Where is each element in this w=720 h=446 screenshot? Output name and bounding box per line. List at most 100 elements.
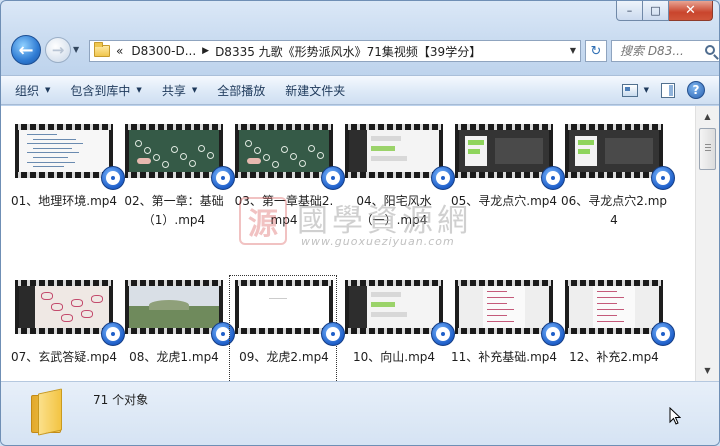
- search-input[interactable]: [620, 44, 706, 58]
- file-name: 02、第一章：基础（1）.mp4: [124, 194, 224, 227]
- film-strip-edge: [15, 328, 113, 334]
- file-item[interactable]: 03、第一章基础2.mp4: [229, 124, 345, 230]
- file-item[interactable]: 02、第一章：基础（1）.mp4: [119, 124, 235, 230]
- file-item[interactable]: 11、补充基础.mp4: [449, 280, 565, 367]
- video-frame: [349, 286, 439, 328]
- vertical-scrollbar[interactable]: ▲ ▼: [695, 106, 719, 381]
- file-name: 04、阳宅风水（一）.mp4: [356, 194, 432, 227]
- change-view-button[interactable]: ▼: [621, 83, 649, 97]
- film-strip-edge: [345, 124, 443, 130]
- folder-icon: [31, 388, 65, 436]
- video-thumbnail: [345, 124, 455, 190]
- navigation-bar: ← → ▼ « D8300-D... ▶ D8335 九歌《形势派风水》71集视…: [9, 31, 719, 69]
- toolbar-label: 新建文件夹: [285, 83, 346, 98]
- forward-arrow-icon: →: [51, 41, 65, 59]
- film-strip-edge: [125, 280, 223, 286]
- file-item[interactable]: 04、阳宅风水（一）.mp4: [339, 124, 455, 230]
- minimize-button[interactable]: –: [616, 1, 643, 21]
- film-strip-edge: [345, 328, 443, 334]
- file-item[interactable]: 12、补充2.mp4: [559, 280, 675, 367]
- details-pane: 71 个对象: [1, 381, 719, 445]
- mouse-cursor-icon: [669, 407, 681, 425]
- play-all-button[interactable]: 全部播放: [217, 82, 265, 99]
- organize-menu[interactable]: 组织 ▼: [15, 82, 50, 99]
- explorer-window: – □ ✕ ← → ▼ « D8300-D... ▶ D8335 九歌《形势派风…: [0, 0, 720, 446]
- address-bar[interactable]: « D8300-D... ▶ D8335 九歌《形势派风水》71集视频【39学分…: [89, 40, 581, 62]
- film-strip-edge: [345, 172, 443, 178]
- video-frame: [459, 286, 549, 328]
- minimize-icon: –: [626, 4, 633, 17]
- video-thumbnail: [15, 124, 125, 190]
- maximize-button[interactable]: □: [643, 1, 669, 21]
- film-strip-edge: [565, 172, 663, 178]
- search-icon[interactable]: [705, 45, 715, 55]
- refresh-button[interactable]: ↻: [585, 40, 607, 62]
- video-frame: [19, 130, 109, 172]
- video-thumbnail: [125, 124, 235, 190]
- command-toolbar: 组织 ▼ 包含到库中 ▼ 共享 ▼ 全部播放 新建文件夹 ▼ ?: [1, 75, 719, 105]
- video-frame: [19, 286, 109, 328]
- share-menu[interactable]: 共享 ▼: [162, 82, 197, 99]
- help-icon[interactable]: ?: [687, 81, 705, 99]
- media-player-icon: [651, 166, 675, 190]
- toolbar-label: 共享: [161, 83, 186, 98]
- new-folder-button[interactable]: 新建文件夹: [285, 82, 345, 99]
- file-list: 01、地理环境.mp4 02、第一章：基础（1）.mp4 03、第一章基础2.mp4…: [1, 106, 695, 381]
- search-box: [611, 40, 719, 62]
- breadcrumb-item[interactable]: D8300-D...: [131, 44, 196, 58]
- film-strip-edge: [125, 328, 223, 334]
- chevron-down-icon: ▼: [136, 86, 142, 94]
- video-thumbnail: [565, 124, 675, 190]
- recent-pages-dropdown[interactable]: ▼: [73, 45, 79, 54]
- preview-pane-icon[interactable]: [661, 82, 675, 98]
- media-player-icon: [651, 322, 675, 346]
- folder-icon: [94, 42, 110, 57]
- film-strip-edge: [15, 124, 113, 130]
- view-icon: [621, 83, 638, 97]
- film-strip-edge: [455, 172, 553, 178]
- file-item[interactable]: 01、地理环境.mp4: [9, 124, 125, 211]
- video-thumbnail: [455, 124, 565, 190]
- grip-icon: [705, 144, 711, 153]
- close-button[interactable]: ✕: [669, 1, 713, 21]
- close-icon: ✕: [685, 3, 696, 18]
- file-item[interactable]: 10、向山.mp4: [339, 280, 455, 367]
- item-count: 71 个对象: [93, 393, 149, 407]
- breadcrumb-overflow[interactable]: «: [116, 44, 123, 58]
- video-thumbnail: [455, 280, 565, 346]
- film-strip-edge: [455, 328, 553, 334]
- video-thumbnail: [235, 124, 345, 190]
- scrollbar-thumb[interactable]: [699, 128, 716, 170]
- back-button[interactable]: ←: [11, 35, 41, 65]
- address-dropdown-icon[interactable]: ▼: [570, 46, 576, 55]
- include-in-library-menu[interactable]: 包含到库中 ▼: [70, 82, 141, 99]
- film-strip-edge: [15, 280, 113, 286]
- breadcrumb-separator-icon[interactable]: ▶: [202, 46, 209, 56]
- video-frame: [459, 130, 549, 172]
- chevron-down-icon: ▼: [643, 86, 649, 94]
- toolbar-label: 全部播放: [217, 83, 266, 98]
- video-frame: [569, 130, 659, 172]
- scroll-up-icon[interactable]: ▲: [699, 108, 716, 125]
- film-strip-edge: [15, 172, 113, 178]
- back-arrow-icon: ←: [18, 39, 34, 61]
- video-thumbnail: [125, 280, 235, 346]
- file-item[interactable]: 07、玄武答疑.mp4: [9, 280, 125, 367]
- toolbar-label: 组织: [15, 83, 40, 98]
- scroll-down-icon[interactable]: ▼: [699, 362, 716, 379]
- film-strip-edge: [345, 280, 443, 286]
- film-strip-edge: [235, 124, 333, 130]
- file-item[interactable]: 08、龙虎1.mp4: [119, 280, 235, 367]
- film-strip-edge: [455, 280, 553, 286]
- refresh-icon: ↻: [590, 43, 602, 59]
- chevron-down-icon: ▼: [45, 86, 51, 94]
- file-item[interactable]: 06、寻龙点穴2.mp4: [559, 124, 675, 230]
- file-item[interactable]: 09、龙虎2.mp4: [229, 275, 345, 381]
- forward-button[interactable]: →: [45, 37, 71, 63]
- file-item[interactable]: 05、寻龙点穴.mp4: [449, 124, 565, 211]
- breadcrumb-item-current[interactable]: D8335 九歌《形势派风水》71集视频【39学分】: [215, 43, 481, 60]
- video-frame: [569, 286, 659, 328]
- video-thumbnail: [565, 280, 675, 346]
- toolbar-label: 包含到库中: [70, 83, 131, 98]
- file-name: 05、寻龙点穴.mp4: [450, 194, 558, 208]
